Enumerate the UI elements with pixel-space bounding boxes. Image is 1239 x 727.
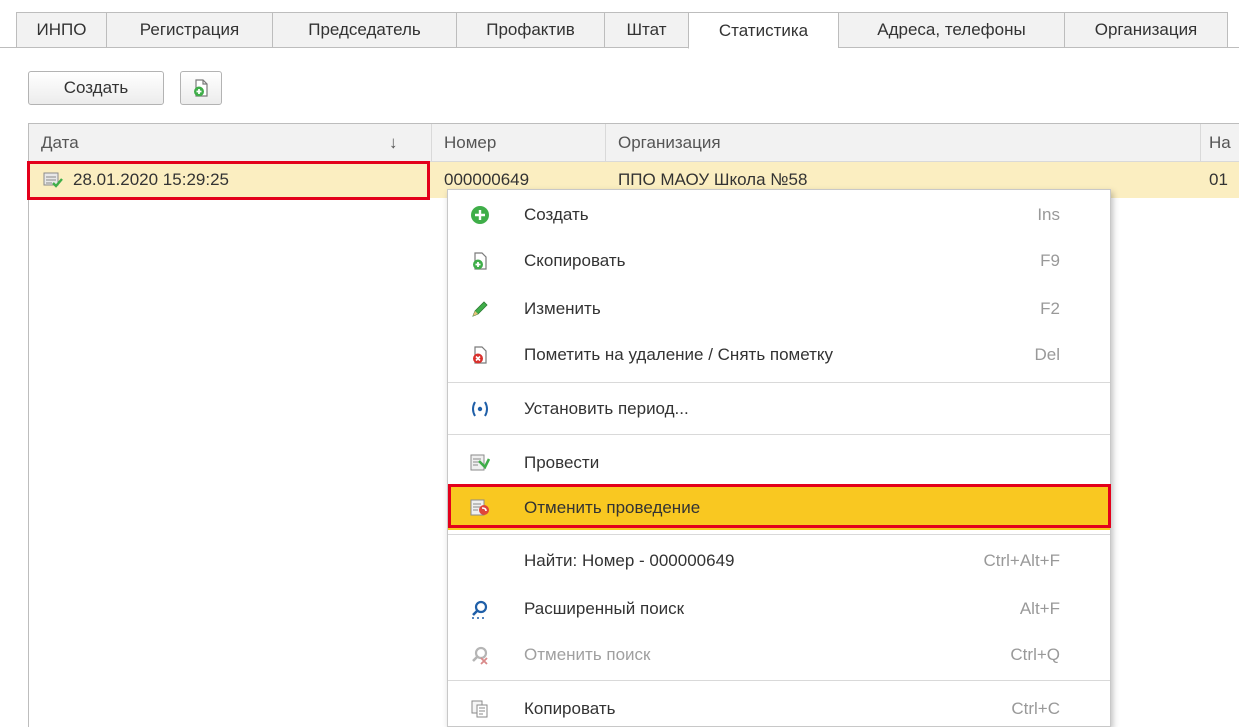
column-header-label: Организация	[618, 133, 721, 152]
menu-item-shortcut: Alt+F	[1019, 599, 1060, 618]
column-header-date[interactable]: Дата ↓	[29, 124, 432, 162]
menu-separator	[448, 534, 1110, 535]
menu-item-label: Скопировать	[524, 251, 626, 270]
column-header-extra[interactable]: На	[1201, 124, 1239, 162]
menu-item-shortcut: Del	[1034, 345, 1060, 364]
menu-item-post[interactable]: Провести	[448, 440, 1110, 486]
menu-item-copy-clipboard[interactable]: Копировать Ctrl+C	[448, 686, 1110, 726]
menu-item-label: Пометить на удаление / Снять пометку	[524, 345, 834, 364]
menu-item-shortcut: F2	[1040, 299, 1060, 318]
tab-inpo[interactable]: ИНПО	[16, 12, 106, 48]
table-header: Дата ↓ Номер Организация На	[29, 124, 1239, 162]
annotation-frame-unpost	[448, 484, 1111, 528]
menu-item-set-period[interactable]: Установить период...	[448, 386, 1110, 432]
delete-mark-icon	[473, 346, 487, 364]
pencil-icon	[472, 301, 488, 317]
create-button-label: Создать	[63, 78, 129, 97]
menu-item-shortcut: Ctrl+C	[1011, 699, 1060, 718]
clipboard-copy-icon	[471, 700, 488, 718]
tab-label: Председатель	[308, 20, 421, 39]
tab-statistics[interactable]: Статистика	[688, 12, 838, 49]
tab-label: Профактив	[486, 20, 575, 39]
post-document-icon	[470, 454, 490, 471]
menu-item-shortcut: Ctrl+Alt+F	[983, 551, 1060, 570]
row-extra-text: 01	[1209, 170, 1228, 189]
advanced-search-icon	[472, 600, 488, 619]
tab-chairman[interactable]: Председатель	[272, 12, 456, 48]
tab-organization[interactable]: Организация	[1064, 12, 1228, 48]
menu-item-label: Установить период...	[524, 399, 689, 418]
menu-item-label: Изменить	[524, 299, 601, 318]
menu-item-label: Копировать	[524, 699, 616, 718]
tab-staff[interactable]: Штат	[604, 12, 688, 48]
column-header-label: На	[1209, 133, 1231, 152]
row-organization-text: ППО МАОУ Школа №58	[618, 170, 808, 189]
menu-separator	[448, 382, 1110, 383]
column-header-organization[interactable]: Организация	[606, 124, 1201, 162]
tab-registration[interactable]: Регистрация	[106, 12, 272, 48]
row-number-text: 000000649	[444, 170, 530, 189]
cell-extra: 01	[1201, 162, 1239, 198]
copy-document-icon	[473, 252, 487, 270]
tab-label: Штат	[626, 20, 667, 39]
menu-item-label: Провести	[524, 453, 600, 472]
menu-item-find-by-number[interactable]: Найти: Номер - 000000649 Ctrl+Alt+F	[448, 538, 1110, 584]
period-icon	[472, 401, 488, 417]
menu-item-label: Найти: Номер - 000000649	[524, 551, 735, 570]
column-header-number[interactable]: Номер	[432, 124, 606, 162]
menu-item-shortcut: Ctrl+Q	[1010, 645, 1060, 664]
tab-label: Статистика	[718, 20, 809, 40]
column-header-label: Дата	[41, 133, 79, 152]
menu-item-label: Расширенный поиск	[524, 599, 685, 618]
tab-profaktiv[interactable]: Профактив	[456, 12, 604, 48]
menu-item-copy-record[interactable]: Скопировать F9	[448, 238, 1110, 284]
copy-button[interactable]	[180, 71, 222, 105]
menu-item-shortcut: Ins	[1037, 205, 1060, 224]
menu-item-mark-delete[interactable]: Пометить на удаление / Снять пометку Del	[448, 332, 1110, 378]
tab-label: Организация	[1094, 20, 1198, 39]
menu-item-cancel-search[interactable]: Отменить поиск Ctrl+Q	[448, 632, 1110, 678]
menu-separator	[448, 680, 1110, 681]
menu-separator	[448, 434, 1110, 435]
menu-item-advanced-search[interactable]: Расширенный поиск Alt+F	[448, 586, 1110, 632]
tab-label: ИНПО	[36, 20, 87, 39]
annotation-frame-date	[27, 161, 430, 200]
menu-item-shortcut: F9	[1040, 251, 1060, 270]
menu-item-label: Создать	[524, 205, 589, 224]
menu-item-label: Отменить поиск	[524, 645, 651, 664]
tab-label: Адреса, телефоны	[877, 20, 1026, 39]
tab-bar: ИНПО Регистрация Председатель Профактив …	[0, 0, 1239, 49]
copy-document-icon	[194, 79, 208, 97]
column-header-label: Номер	[444, 133, 497, 152]
menu-item-create[interactable]: Создать Ins	[448, 192, 1110, 238]
tab-label: Регистрация	[139, 20, 240, 39]
cancel-search-icon	[472, 646, 488, 665]
plus-circle-icon	[471, 206, 489, 224]
tab-addresses-phones[interactable]: Адреса, телефоны	[838, 12, 1064, 48]
sort-arrow-icon: ↓	[389, 133, 398, 152]
context-menu: Создать Ins Скопировать F9 Изменить F2 П…	[447, 189, 1111, 727]
create-button[interactable]: Создать	[28, 71, 164, 105]
menu-item-edit[interactable]: Изменить F2	[448, 286, 1110, 332]
